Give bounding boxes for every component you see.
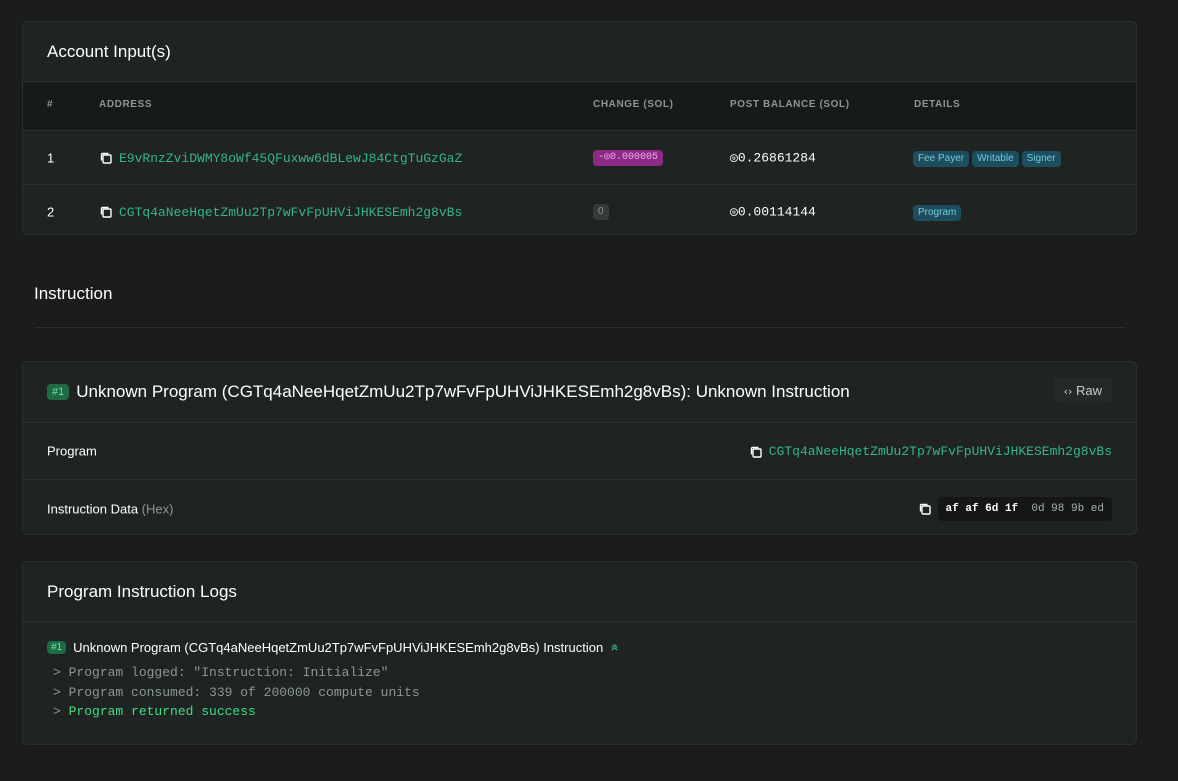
- details-badges: Program: [913, 203, 964, 221]
- copy-icon[interactable]: [749, 445, 763, 459]
- change-badge: 0: [593, 203, 609, 220]
- instruction-title: Unknown Program (CGTq4aNeeHqetZmUu2Tp7wF…: [76, 382, 850, 401]
- address-cell: CGTq4aNeeHqetZmUu2Tp7wFvFpUHViJHKESEmh2g…: [99, 204, 462, 220]
- chevrons-up-icon[interactable]: [610, 643, 619, 652]
- signer-badge: Signer: [1021, 150, 1061, 167]
- code-icon: ‹›: [1063, 385, 1073, 398]
- raw-button-label: Raw: [1075, 383, 1102, 398]
- instruction-section-title: Instruction: [34, 284, 113, 303]
- program-label: Program: [47, 443, 97, 459]
- program-value: CGTq4aNeeHqetZmUu2Tp7wFvFpUHViJHKESEmh2g…: [749, 443, 1112, 459]
- logs-title: Program Instruction Logs: [23, 562, 1136, 622]
- change-badge: -◎0.000005: [593, 149, 664, 166]
- instruction-data-value: af af 6d 1f 0d 98 9b ed: [918, 497, 1112, 521]
- post-balance: ◎0.00114144: [730, 204, 816, 219]
- log-heading-text: Unknown Program (CGTq4aNeeHqetZmUu2Tp7wF…: [73, 640, 604, 655]
- col-index: #: [47, 99, 54, 110]
- raw-button[interactable]: ‹› Raw: [1053, 378, 1112, 403]
- hex-data-bold: af af 6d 1f: [945, 503, 1019, 515]
- log-number-badge: #1: [47, 641, 67, 654]
- col-details: DETAILS: [914, 99, 961, 110]
- account-inputs-card: Account Input(s) # ADDRESS CHANGE (SOL) …: [22, 21, 1137, 235]
- hex-data-rest: 0d 98 9b ed: [1031, 503, 1104, 515]
- instruction-number-badge: #1: [47, 384, 70, 400]
- account-inputs-title: Account Input(s): [23, 22, 1136, 82]
- section-divider: [34, 327, 1126, 328]
- table-row: 2 CGTq4aNeeHqetZmUu2Tp7wFvFpUHViJHKESEmh…: [23, 185, 1136, 234]
- post-balance: ◎0.26861284: [730, 150, 816, 165]
- copy-icon[interactable]: [918, 502, 932, 516]
- logs-card: Program Instruction Logs #1 Unknown Prog…: [22, 561, 1137, 745]
- log-success-text: Program returned success: [68, 704, 256, 719]
- col-change: CHANGE (SOL): [593, 99, 674, 110]
- program-address-link[interactable]: CGTq4aNeeHqetZmUu2Tp7wFvFpUHViJHKESEmh2g…: [769, 444, 1112, 459]
- log-line: > Program consumed: 339 of 200000 comput…: [53, 684, 420, 700]
- writable-badge: Writable: [972, 150, 1019, 167]
- instruction-data-label-group: Instruction Data (Hex): [47, 502, 173, 517]
- details-badges: Fee Payer Writable Signer: [913, 149, 1064, 167]
- log-line: > Program logged: "Instruction: Initiali…: [53, 665, 389, 680]
- accounts-table-header: # ADDRESS CHANGE (SOL) POST BALANCE (SOL…: [23, 82, 1136, 131]
- hex-data-box: af af 6d 1f 0d 98 9b ed: [937, 497, 1112, 521]
- instruction-data-hint: (Hex): [141, 501, 174, 517]
- logs-heading: #1 Unknown Program (CGTq4aNeeHqetZmUu2Tp…: [47, 640, 619, 655]
- address-cell: E9vRnzZviDWMY8oWf45QFuxww6dBLewJ84CtgTuG…: [99, 150, 462, 166]
- account-address-link[interactable]: CGTq4aNeeHqetZmUu2Tp7wFvFpUHViJHKESEmh2g…: [119, 205, 462, 220]
- copy-icon[interactable]: [99, 151, 113, 165]
- fee-payer-badge: Fee Payer: [913, 150, 970, 167]
- account-address-link[interactable]: E9vRnzZviDWMY8oWf45QFuxww6dBLewJ84CtgTuG…: [119, 151, 462, 166]
- col-post-balance: POST BALANCE (SOL): [730, 99, 850, 110]
- instruction-data-label: Instruction Data: [47, 501, 139, 517]
- log-line: > Program returned success: [53, 704, 256, 719]
- instruction-header: #1 Unknown Program (CGTq4aNeeHqetZmUu2Tp…: [23, 362, 1136, 422]
- row-index: 1: [47, 150, 55, 165]
- copy-icon[interactable]: [99, 205, 113, 219]
- program-badge: Program: [913, 204, 962, 221]
- log-lines: > Program logged: "Instruction: Initiali…: [53, 663, 420, 722]
- program-row: Program CGTq4aNeeHqetZmUu2Tp7wFvFpUHViJH…: [23, 422, 1136, 479]
- row-index: 2: [47, 204, 55, 219]
- instruction-card: #1 Unknown Program (CGTq4aNeeHqetZmUu2Tp…: [22, 361, 1137, 535]
- col-address: ADDRESS: [99, 99, 153, 110]
- instruction-data-row: Instruction Data (Hex) af af 6d 1f 0d 98…: [23, 479, 1136, 534]
- table-row: 1 E9vRnzZviDWMY8oWf45QFuxww6dBLewJ84CtgT…: [23, 131, 1136, 185]
